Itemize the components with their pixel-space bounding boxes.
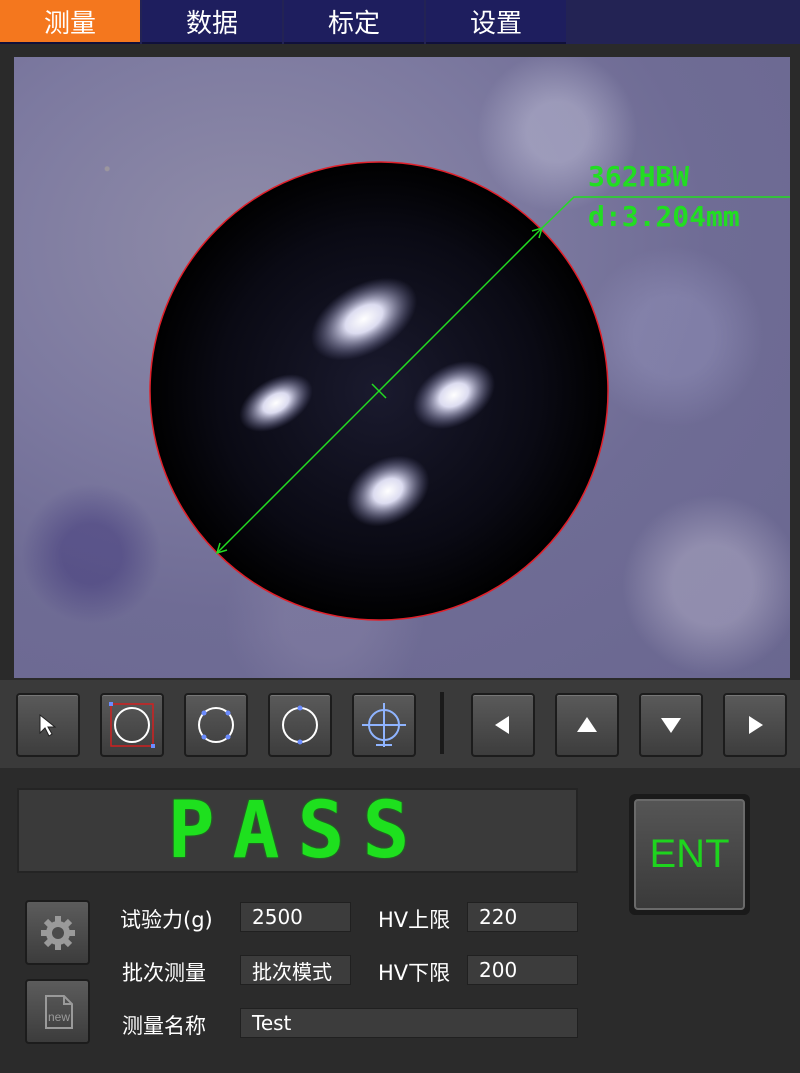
new-label: new: [47, 1010, 69, 1024]
move-right-button[interactable]: [723, 693, 787, 757]
crosshair-tool-button[interactable]: [352, 693, 416, 757]
hv-lower-field[interactable]: 200: [467, 955, 578, 985]
new-measurement-button[interactable]: new: [25, 979, 90, 1044]
test-force-field[interactable]: 2500: [240, 902, 351, 932]
three-point-circle-tool-button[interactable]: [184, 693, 248, 757]
tool-bar: [0, 680, 800, 768]
circle-select-icon: [109, 702, 155, 748]
hv-lower-label: HV下限: [378, 961, 451, 985]
result-status: PASS: [167, 785, 428, 876]
gear-icon: [40, 915, 75, 950]
arrow-up-icon: [577, 717, 597, 732]
batch-label: 批次测量: [122, 961, 206, 985]
tab-data[interactable]: 数据: [142, 0, 282, 44]
circle-2point-icon: [282, 705, 318, 745]
circle-3point-icon: [198, 707, 234, 743]
tab-bar: 测量 数据 标定 设置: [0, 0, 800, 44]
move-left-button[interactable]: [471, 693, 535, 757]
move-down-button[interactable]: [639, 693, 703, 757]
arrow-right-icon: [749, 716, 763, 734]
settings-button[interactable]: [25, 900, 90, 965]
hardness-value: 362HBW: [588, 160, 690, 193]
measurement-readout: 362HBW d:3.204mm: [588, 157, 740, 237]
camera-view[interactable]: 362HBW d:3.204mm: [14, 57, 790, 678]
arrow-left-icon: [495, 716, 509, 734]
enter-button-label: ENT: [634, 799, 745, 910]
crosshair-icon: [362, 703, 406, 747]
control-panel: PASS ENT new 试验力(g) 2500 HV上限 220 批次测量 批…: [0, 768, 800, 1073]
tab-measure[interactable]: 测量: [0, 0, 140, 44]
test-force-label: 试验力(g): [120, 908, 213, 932]
two-point-circle-tool-button[interactable]: [268, 693, 332, 757]
pointer-icon: [39, 713, 57, 737]
measurement-name-field[interactable]: Test: [240, 1008, 578, 1038]
result-display: PASS: [17, 785, 578, 876]
hv-upper-field[interactable]: 220: [467, 902, 578, 932]
tab-calibrate[interactable]: 标定: [284, 0, 424, 44]
measurement-name-label: 测量名称: [122, 1014, 206, 1038]
measurement-overlay: [149, 161, 790, 621]
move-up-button[interactable]: [555, 693, 619, 757]
pointer-tool-button[interactable]: [16, 693, 80, 757]
diameter-value: d:3.204mm: [588, 200, 740, 233]
arrow-down-icon: [661, 718, 681, 733]
hv-upper-label: HV上限: [378, 908, 451, 932]
toolbar-divider: [440, 692, 444, 754]
tab-settings[interactable]: 设置: [426, 0, 566, 44]
hardness-tester-app: 测量 数据 标定 设置 362HBW d:3.204mm PASS ENT ne…: [0, 0, 800, 1073]
enter-button[interactable]: ENT: [629, 794, 750, 915]
batch-mode-field[interactable]: 批次模式: [240, 955, 351, 985]
new-file-icon: new: [44, 994, 73, 1029]
circle-select-tool-button[interactable]: [100, 693, 164, 757]
